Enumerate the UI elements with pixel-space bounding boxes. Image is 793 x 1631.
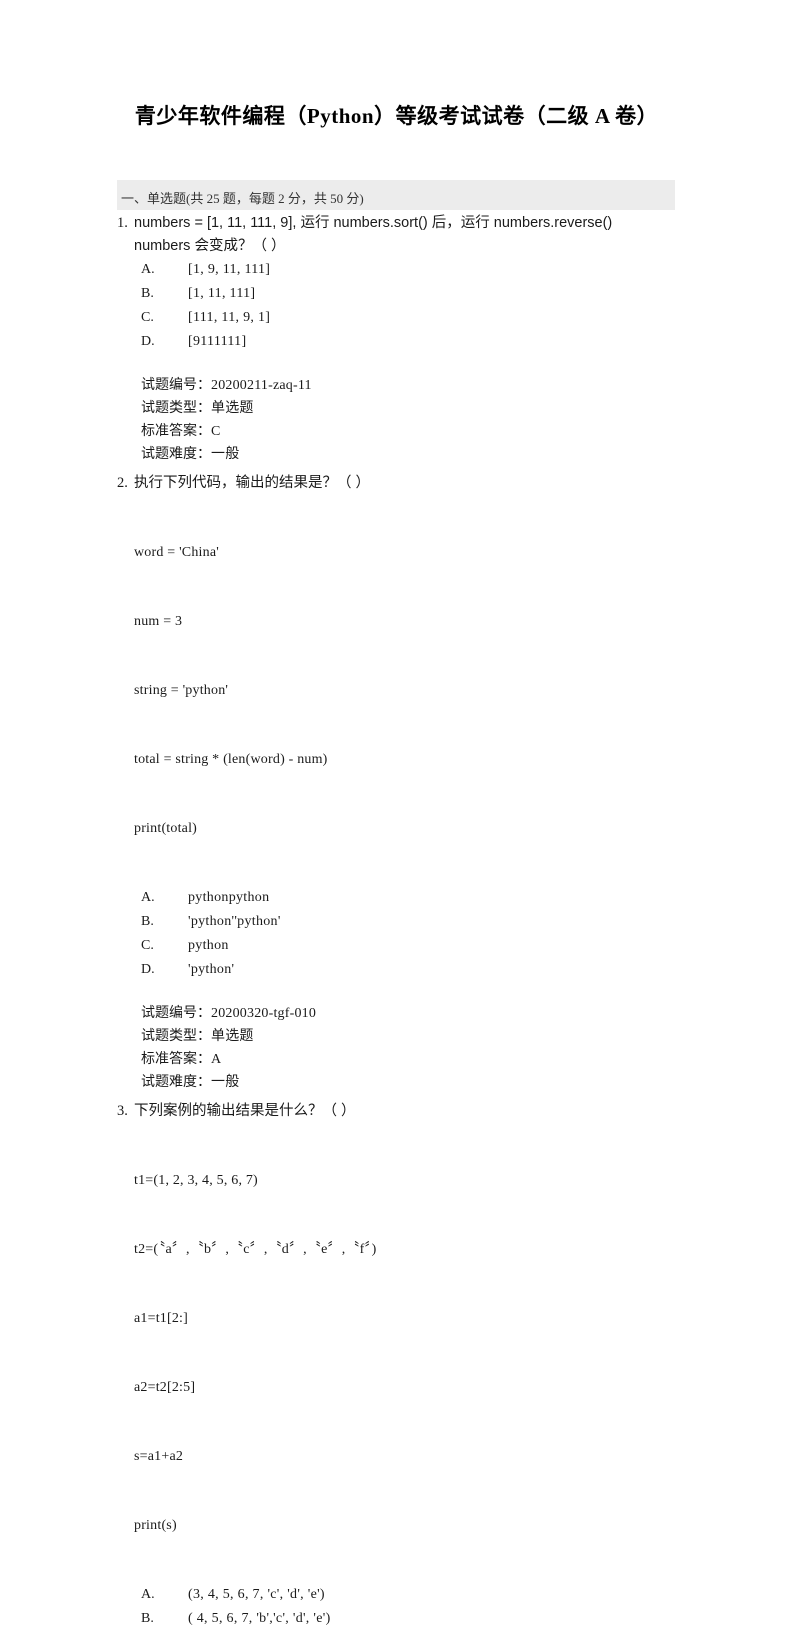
code-line: print(s)	[134, 1518, 177, 1533]
metadata-label: 试题编号：	[141, 1006, 211, 1021]
question-stem-line: 下列案例的输出结果是什么？（ ）	[134, 1103, 356, 1119]
code-listing: t1=(1, 2, 3, 4, 5, 6, 7) t2=(〝a〞,〝b〞,〝c〞…	[117, 1123, 677, 1583]
metadata-label: 试题类型：	[141, 401, 211, 416]
option-text: (3, 4, 5, 6, 7, 'c', 'd', 'e')	[188, 1587, 325, 1602]
questions-container: 1. numbers = [1, 11, 111, 9], 运行 numbers…	[117, 212, 677, 1631]
option-text: [9111111]	[188, 334, 247, 349]
code-line: num = 3	[134, 614, 183, 629]
question-stem: 2. 执行下列代码，输出的结果是？（ ）	[117, 472, 677, 495]
metadata-label: 试题编号：	[141, 378, 211, 393]
section-header-bar: 一、单选题(共 25 题，每题 2 分，共 50 分)	[117, 180, 675, 210]
option-item[interactable]: A. [1, 9, 11, 111]	[141, 258, 677, 282]
metadata-value: 单选题	[211, 1029, 254, 1044]
option-letter: B.	[141, 914, 154, 929]
code-line: total = string * (len(word) - num)	[134, 752, 328, 767]
option-text: 'python'	[188, 962, 235, 977]
question-item: 3. 下列案例的输出结果是什么？（ ） t1=(1, 2, 3, 4, 5, 6…	[117, 1100, 677, 1631]
option-list: A. pythonpython B. 'python''python' C. p…	[117, 886, 677, 982]
option-text: 'python''python'	[188, 914, 281, 929]
question-metadata: 试题编号：20200320-tgf-010 试题类型：单选题 标准答案：A 试题…	[117, 1002, 677, 1094]
option-list: A. (3, 4, 5, 6, 7, 'c', 'd', 'e') B. ( 4…	[117, 1583, 677, 1631]
metadata-value: 一般	[211, 447, 240, 462]
question-metadata: 试题编号：20200211-zaq-11 试题类型：单选题 标准答案：C 试题难…	[117, 374, 677, 466]
option-text: [1, 9, 11, 111]	[188, 262, 271, 277]
metadata-value: 20200320-tgf-010	[211, 1006, 317, 1021]
metadata-row-id: 试题编号：20200211-zaq-11	[141, 374, 677, 397]
option-item[interactable]: C. python	[141, 934, 677, 958]
option-text: [111, 11, 9, 1]	[188, 310, 271, 325]
option-text: python	[188, 938, 229, 953]
metadata-row-answer: 标准答案：C	[141, 420, 677, 443]
code-line: t2=(〝a〞,〝b〞,〝c〞,〝d〞,〝e〞,〝f〞)	[134, 1242, 377, 1257]
code-line: word = 'China'	[134, 545, 219, 560]
code-listing: word = 'China' num = 3 string = 'python'…	[117, 495, 677, 886]
option-letter: A.	[141, 262, 155, 277]
option-item[interactable]: B. 'python''python'	[141, 910, 677, 934]
option-text: pythonpython	[188, 890, 270, 905]
exam-page: 青少年软件编程（Python）等级考试试卷（二级 A 卷） 一、单选题(共 25…	[0, 0, 793, 1626]
metadata-value: A	[211, 1052, 222, 1067]
option-letter: A.	[141, 890, 155, 905]
metadata-row-answer: 标准答案：A	[141, 1048, 677, 1071]
section-header-label: 一、单选题(共 25 题，每题 2 分，共 50 分)	[121, 191, 364, 206]
question-stem-line: numbers 会变成？（ ）	[134, 238, 286, 254]
question-stem-line: 执行下列代码，输出的结果是？（ ）	[134, 475, 371, 491]
option-letter: D.	[141, 334, 155, 349]
metadata-row-type: 试题类型：单选题	[141, 1025, 677, 1048]
option-letter: A.	[141, 1587, 155, 1602]
metadata-label: 试题难度：	[141, 1075, 211, 1090]
option-text: [1, 11, 111]	[188, 286, 256, 301]
question-number: 2.	[117, 475, 128, 491]
metadata-value: 一般	[211, 1075, 240, 1090]
code-line: a2=t2[2:5]	[134, 1380, 196, 1395]
page-title: 青少年软件编程（Python）等级考试试卷（二级 A 卷）	[134, 104, 659, 128]
option-letter: D.	[141, 962, 155, 977]
metadata-row-difficulty: 试题难度：一般	[141, 443, 677, 466]
question-stem: 3. 下列案例的输出结果是什么？（ ）	[117, 1100, 677, 1123]
option-text: ( 4, 5, 6, 7, 'b','c', 'd', 'e')	[188, 1611, 331, 1626]
question-number: 1.	[117, 215, 128, 231]
metadata-value: 单选题	[211, 401, 254, 416]
code-line: print(total)	[134, 821, 198, 836]
metadata-label: 标准答案：	[141, 424, 211, 439]
question-stem: 1. numbers = [1, 11, 111, 9], 运行 numbers…	[117, 212, 677, 258]
question-item: 1. numbers = [1, 11, 111, 9], 运行 numbers…	[117, 212, 677, 472]
option-item[interactable]: D. [9111111]	[141, 330, 677, 354]
metadata-row-difficulty: 试题难度：一般	[141, 1071, 677, 1094]
option-letter: C.	[141, 310, 154, 325]
code-line: string = 'python'	[134, 683, 229, 698]
option-item[interactable]: A. (3, 4, 5, 6, 7, 'c', 'd', 'e')	[141, 1583, 677, 1607]
question-item: 2. 执行下列代码，输出的结果是？（ ） word = 'China' num …	[117, 472, 677, 1100]
option-item[interactable]: B. [1, 11, 111]	[141, 282, 677, 306]
option-item[interactable]: D. 'python'	[141, 958, 677, 982]
code-line: t1=(1, 2, 3, 4, 5, 6, 7)	[134, 1173, 258, 1188]
option-letter: B.	[141, 1611, 154, 1626]
metadata-label: 标准答案：	[141, 1052, 211, 1067]
metadata-value: 20200211-zaq-11	[211, 378, 312, 393]
metadata-label: 试题难度：	[141, 447, 211, 462]
code-line: s=a1+a2	[134, 1449, 184, 1464]
question-stem-line: numbers = [1, 11, 111, 9], 运行 numbers.so…	[134, 215, 613, 231]
option-letter: B.	[141, 286, 154, 301]
code-line: a1=t1[2:]	[134, 1311, 189, 1326]
option-letter: C.	[141, 938, 154, 953]
option-list: A. [1, 9, 11, 111] B. [1, 11, 111] C. [1…	[117, 258, 677, 354]
option-item[interactable]: B. ( 4, 5, 6, 7, 'b','c', 'd', 'e')	[141, 1607, 677, 1631]
option-item[interactable]: A. pythonpython	[141, 886, 677, 910]
metadata-row-type: 试题类型：单选题	[141, 397, 677, 420]
metadata-row-id: 试题编号：20200320-tgf-010	[141, 1002, 677, 1025]
metadata-label: 试题类型：	[141, 1029, 211, 1044]
metadata-value: C	[211, 424, 221, 439]
option-item[interactable]: C. [111, 11, 9, 1]	[141, 306, 677, 330]
question-number: 3.	[117, 1103, 128, 1119]
